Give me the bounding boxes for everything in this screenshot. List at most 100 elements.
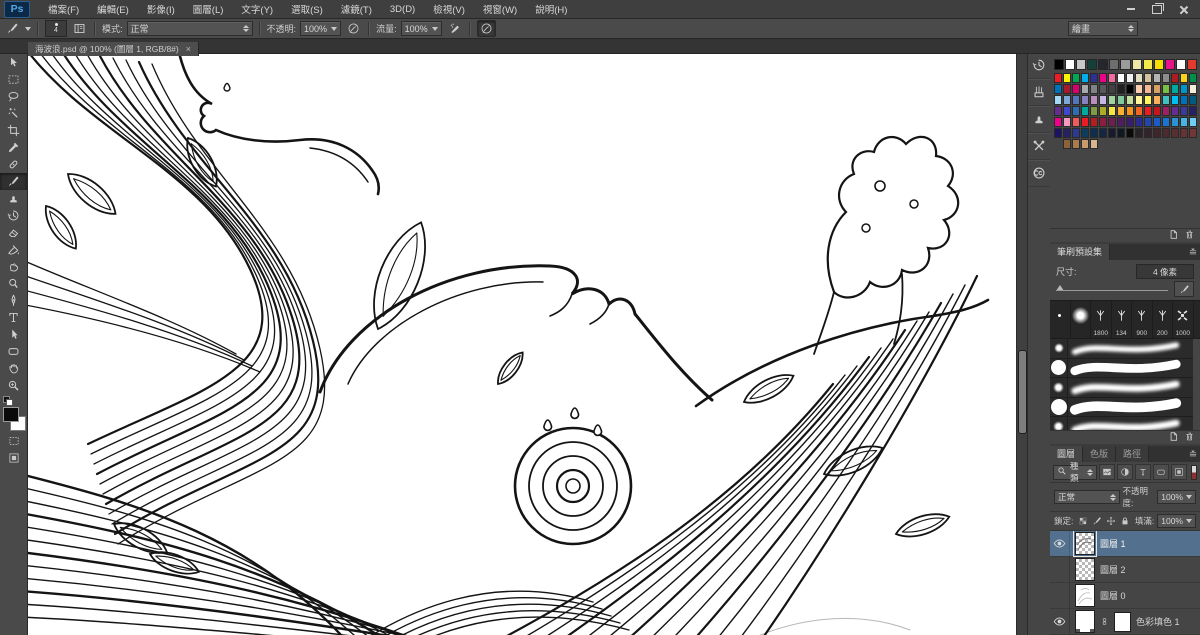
swatch[interactable] xyxy=(1072,95,1080,105)
canvas-vertical-scrollbar[interactable] xyxy=(1016,54,1027,635)
lock-paint-button[interactable] xyxy=(1090,515,1103,528)
crop-tool[interactable] xyxy=(0,122,27,139)
swatch[interactable] xyxy=(1135,95,1143,105)
swatch[interactable] xyxy=(1063,139,1071,149)
new-brush-button[interactable] xyxy=(1168,429,1179,447)
tablet-pressure-size-button[interactable] xyxy=(477,20,496,37)
move-tool[interactable] xyxy=(0,54,27,71)
brush-preset-round[interactable] xyxy=(1050,301,1071,338)
swatch[interactable] xyxy=(1108,84,1116,94)
lock-transparency-button[interactable] xyxy=(1076,515,1089,528)
brush-preset-picker[interactable]: 4 xyxy=(45,20,67,37)
brush-panel-flyout-button[interactable] xyxy=(1028,79,1050,106)
swatch[interactable] xyxy=(1144,128,1152,138)
swatch[interactable] xyxy=(1135,73,1143,83)
swatch[interactable] xyxy=(1126,106,1134,116)
visibility-toggle[interactable] xyxy=(1050,609,1070,634)
menu-item-3[interactable]: 影像(I) xyxy=(138,2,184,16)
opacity-dropdown[interactable]: 100% xyxy=(300,21,341,36)
clone-stamp-tool[interactable] xyxy=(0,190,27,207)
swatch[interactable] xyxy=(1144,84,1152,94)
brush-stroke-row[interactable] xyxy=(1050,339,1193,359)
swatch[interactable] xyxy=(1117,73,1125,83)
swatch[interactable] xyxy=(1176,59,1186,70)
tab-close-icon[interactable]: × xyxy=(186,44,191,54)
swatch[interactable] xyxy=(1090,106,1098,116)
layer-thumbnail[interactable] xyxy=(1075,558,1095,581)
current-tool-icon[interactable] xyxy=(4,21,21,36)
swatch[interactable] xyxy=(1099,95,1107,105)
tab-色版[interactable]: 色版 xyxy=(1083,446,1116,462)
swatch[interactable] xyxy=(1144,73,1152,83)
swatch[interactable] xyxy=(1099,84,1107,94)
filter-switch-toggle[interactable] xyxy=(1191,465,1197,480)
swatch[interactable] xyxy=(1065,59,1075,70)
layer-mask-thumbnail[interactable] xyxy=(1114,612,1131,632)
swatch[interactable] xyxy=(1180,128,1188,138)
swatch[interactable] xyxy=(1099,73,1107,83)
swatch[interactable] xyxy=(1063,95,1071,105)
swatch[interactable] xyxy=(1108,95,1116,105)
swatch[interactable] xyxy=(1165,59,1175,70)
tablet-pressure-opacity-button[interactable] xyxy=(345,21,362,36)
visibility-toggle[interactable] xyxy=(1050,583,1070,608)
paint-bucket-tool[interactable] xyxy=(0,241,27,258)
scrollbar-thumb[interactable] xyxy=(1018,350,1027,434)
swatch[interactable] xyxy=(1117,95,1125,105)
swatch[interactable] xyxy=(1187,59,1197,70)
swatch[interactable] xyxy=(1180,84,1188,94)
airbrush-button[interactable] xyxy=(446,21,463,36)
hand-tool[interactable] xyxy=(0,360,27,377)
swatch[interactable] xyxy=(1189,84,1197,94)
swatch[interactable] xyxy=(1063,128,1071,138)
tool-presets-panel-button[interactable] xyxy=(1028,133,1050,160)
swatch[interactable] xyxy=(1153,84,1161,94)
swatch[interactable] xyxy=(1132,59,1142,70)
brush-stroke-row[interactable] xyxy=(1050,359,1193,379)
swatch[interactable] xyxy=(1063,73,1071,83)
foreground-color-swatch[interactable] xyxy=(3,407,19,422)
healing-brush-tool[interactable] xyxy=(0,156,27,173)
swatch[interactable] xyxy=(1135,106,1143,116)
quick-mask-button[interactable] xyxy=(0,432,27,449)
swatch[interactable] xyxy=(1126,117,1134,127)
filter-adjustment-button[interactable] xyxy=(1117,464,1133,480)
swatch[interactable] xyxy=(1072,128,1080,138)
layer-row-色彩填色 1[interactable]: 色彩填色 1 xyxy=(1050,609,1200,635)
tab-brush-presets[interactable]: 筆刷預設集 xyxy=(1050,244,1110,260)
swatch[interactable] xyxy=(1081,128,1089,138)
swatch[interactable] xyxy=(1135,128,1143,138)
swatch[interactable] xyxy=(1090,73,1098,83)
swatch[interactable] xyxy=(1054,59,1064,70)
brush-preset-1800[interactable]: 1800 xyxy=(1091,301,1112,338)
bristle-preview-toggle-button[interactable] xyxy=(1174,281,1194,297)
swatch[interactable] xyxy=(1109,59,1119,70)
minimize-button[interactable] xyxy=(1120,3,1142,16)
screen-mode-button[interactable] xyxy=(0,449,27,466)
swatch[interactable] xyxy=(1154,59,1164,70)
swatch[interactable] xyxy=(1171,106,1179,116)
swatch[interactable] xyxy=(1144,95,1152,105)
swatch[interactable] xyxy=(1189,95,1197,105)
swatch[interactable] xyxy=(1153,106,1161,116)
swatch[interactable] xyxy=(1108,128,1116,138)
layer-row-圖層 0[interactable]: 圖層 0 xyxy=(1050,583,1200,609)
magic-wand-tool[interactable] xyxy=(0,105,27,122)
swatch[interactable] xyxy=(1180,73,1188,83)
swatch[interactable] xyxy=(1099,106,1107,116)
clone-source-panel-button[interactable] xyxy=(1028,106,1050,133)
swatch[interactable] xyxy=(1153,73,1161,83)
swatch[interactable] xyxy=(1135,84,1143,94)
swatch[interactable] xyxy=(1108,106,1116,116)
swatch[interactable] xyxy=(1081,117,1089,127)
brush-stroke-row[interactable] xyxy=(1050,398,1193,418)
menu-item-10[interactable]: 視窗(W) xyxy=(474,2,526,16)
brush-preset-134[interactable]: 134 xyxy=(1112,301,1133,338)
eyedropper-tool[interactable] xyxy=(0,139,27,156)
layer-thumbnail[interactable] xyxy=(1075,532,1095,555)
swatch[interactable] xyxy=(1072,84,1080,94)
swatch[interactable] xyxy=(1153,95,1161,105)
swatch[interactable] xyxy=(1090,117,1098,127)
brush-size-field[interactable]: 4 像素 xyxy=(1136,264,1194,279)
brush-preset-1000[interactable]: 1000 xyxy=(1173,301,1194,338)
